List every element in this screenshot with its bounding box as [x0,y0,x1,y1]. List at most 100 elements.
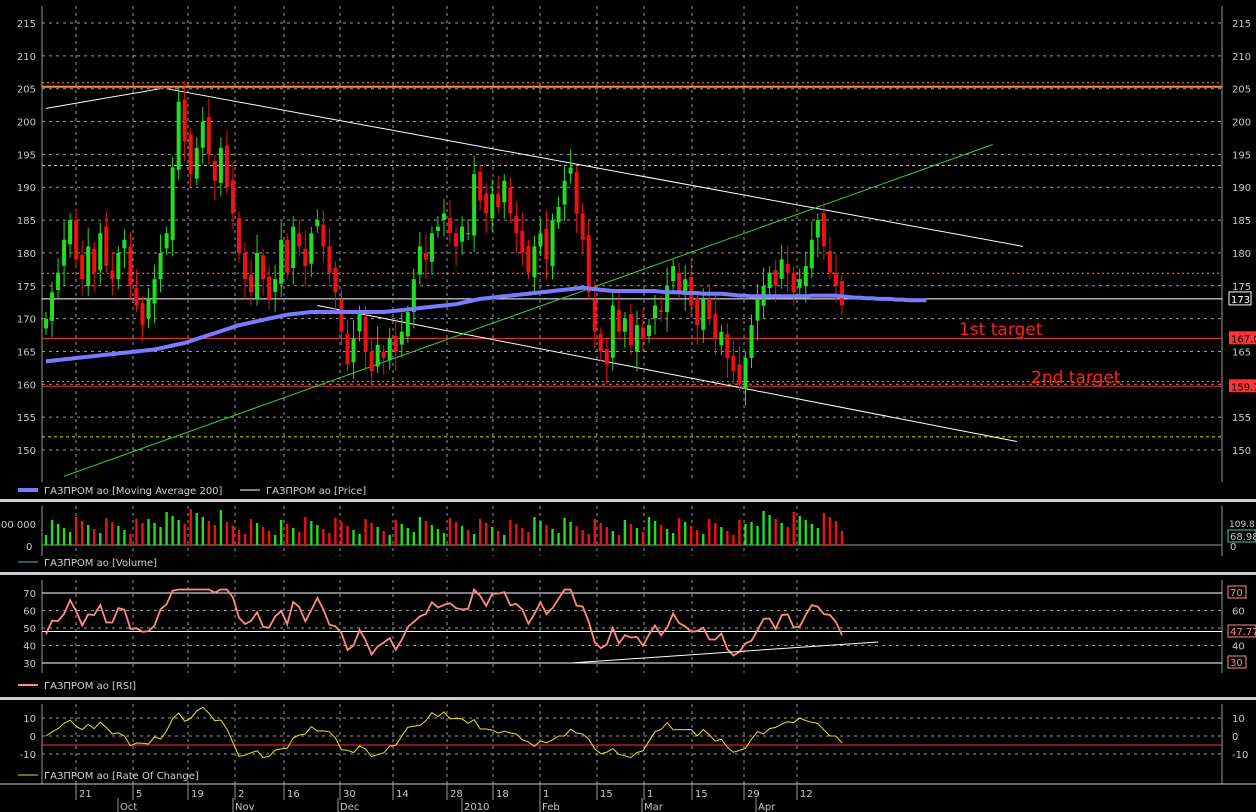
volume-bar [677,518,681,545]
volume-bar [478,519,482,545]
candle-body [665,285,670,313]
volume-bar [225,522,229,545]
volume-bar [436,529,440,545]
panel-separator[interactable] [0,499,1256,502]
candle-body [647,325,651,337]
volume-bar [62,528,66,545]
volume-bar [292,528,295,545]
time-day-label: 1 [543,789,549,800]
volume-bar [840,531,844,545]
volume-bar [442,533,446,545]
price-legend-label: ГАЗПРОМ ао [Price] [266,486,366,497]
time-day-label: 28 [450,789,463,800]
candle-body [671,266,676,282]
volume-bar [201,517,204,545]
volume-bar [448,518,452,545]
volume-bar [515,524,518,545]
volume-bar [563,518,566,545]
candle-body [544,228,549,260]
candle-body [146,298,151,319]
volume-tick-label: 00 000 [1,520,36,531]
volume-bar [509,520,512,545]
candle-body [580,213,585,240]
volume-tag-zero: 0 [1230,542,1236,553]
candle-body [616,310,621,332]
panel-separator[interactable] [0,572,1256,575]
candle-body [339,299,344,332]
volume-bar [665,529,669,545]
volume-legend-label: ГАЗПРОМ ао [Volume] [44,558,157,569]
price-left-tick-label: 185 [17,216,36,227]
candle-body [236,218,241,253]
volume-bar [683,522,687,545]
candle-body [538,233,543,247]
candle-body [357,312,362,332]
candle-body [140,303,145,326]
price-right-tick-label: 165 [1232,347,1251,358]
candle-body [743,358,748,389]
stock-chart[interactable]: 1501551601651701751801851901952002052102… [0,0,1256,812]
price-right-tick-label: 150 [1232,446,1251,457]
rsi-left-tick-label: 50 [23,624,36,635]
volume-bar [521,528,524,545]
candle-body [158,252,163,280]
price-left-tick-label: 210 [17,52,36,63]
candle-body [399,331,404,345]
volume-bar [219,510,223,545]
volume-bar [774,519,777,545]
candle-body [634,325,639,352]
time-month-label: Oct [120,802,137,812]
candle-body [701,298,706,330]
volume-bar [690,526,693,545]
candle-body [773,270,778,286]
time-day-label: 15 [600,789,613,800]
volume-bar [147,519,150,545]
candle-body [827,250,832,273]
candle-body [640,327,645,339]
candle-body [484,193,489,214]
price-left-tick-label: 200 [17,118,36,129]
volume-bar [99,533,102,545]
candle-body [315,220,320,227]
volume-bar [322,529,325,545]
candle-body [659,310,664,313]
price-legend: ГАЗПРОМ ао [Moving Average 200] ГАЗПРОМ … [18,486,366,497]
volume-bar [816,528,820,545]
candle-body [279,239,284,284]
volume-bar [497,531,500,545]
candle-body [92,248,97,273]
candle-body [297,233,302,247]
candle-body [176,101,181,170]
candle-body [44,318,48,329]
volume-bar [412,532,416,545]
volume-bar [376,527,379,545]
volume-bar [557,533,560,545]
candle-body [677,272,682,293]
price-tag-label: 159.7 [1231,382,1256,393]
volume-bar [599,523,602,545]
candle-body [478,171,483,201]
candle-body [719,331,724,346]
volume-bar [653,521,657,545]
volume-bar [617,535,621,545]
roc-right-tick-label: 0 [1232,732,1238,743]
candle-body [381,351,386,359]
time-day-label: 19 [191,789,204,800]
volume-bar [135,519,138,545]
volume-bar [593,519,596,545]
panel-separator[interactable] [0,697,1256,700]
candle-body [206,116,211,155]
candle-body [839,281,844,306]
candle-body [532,246,537,278]
time-day-label: 16 [287,789,300,800]
candle-body [695,298,700,326]
volume-bar [828,517,832,545]
volume-bar [183,524,186,545]
volume-bar [659,525,663,545]
candle-body [526,246,531,273]
candle-body [610,305,615,358]
rsi-left-tick-label: 60 [23,607,36,618]
rsi-left-tick-label: 40 [23,642,36,653]
volume-bar [569,522,572,545]
price-right-tick-label: 185 [1232,216,1251,227]
